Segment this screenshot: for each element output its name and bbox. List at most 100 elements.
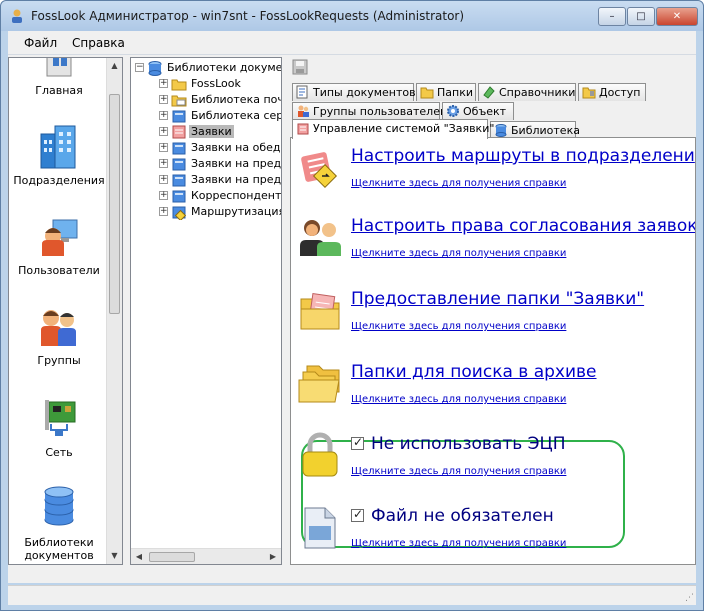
database-icon bbox=[44, 486, 74, 526]
expand-icon[interactable]: + bbox=[159, 207, 168, 216]
gear-icon bbox=[447, 105, 459, 117]
nav-item-groups[interactable]: Группы bbox=[9, 304, 109, 367]
help-link[interactable]: Щелкните здесь для получения справки bbox=[351, 394, 566, 405]
tree-label: Заявки bbox=[189, 125, 234, 138]
task-file-optional: Файл не обязателен Щелкните здесь для по… bbox=[291, 500, 695, 564]
nav-item-users[interactable]: Пользователи bbox=[9, 214, 109, 277]
task-approval-rights: Настроить права согласования заявок Щелк… bbox=[291, 210, 695, 280]
network-card-icon bbox=[45, 400, 76, 436]
app-window: FossLook Администратор - win7snt - FossL… bbox=[0, 0, 704, 611]
users-rights-icon bbox=[300, 220, 341, 256]
tab-label: Объект bbox=[463, 105, 507, 118]
tab-document-types[interactable]: Типы документов bbox=[292, 83, 416, 101]
no-signature-checkbox[interactable] bbox=[351, 435, 364, 450]
nav-label: Главная bbox=[35, 84, 83, 97]
folders-icon bbox=[298, 365, 340, 403]
expand-icon[interactable]: + bbox=[159, 79, 168, 88]
buildings-icon bbox=[40, 125, 76, 169]
tree-label: Заявки на обед bbox=[191, 141, 281, 154]
archive-folders-link[interactable]: Папки для поиска в архиве bbox=[351, 362, 597, 382]
tree-label: Библиотека серв bbox=[191, 109, 282, 122]
library-tree: − Библиотеки документов + FossLook + Библио… bbox=[130, 57, 282, 565]
resize-grip-icon[interactable]: ⋰ bbox=[685, 593, 694, 603]
share-folder-link[interactable]: Предоставление папки "Заявки" bbox=[351, 289, 644, 309]
tab-folders[interactable]: Папки bbox=[416, 83, 476, 101]
nav-label: Библиотеки документов bbox=[24, 536, 94, 562]
route-sign-icon bbox=[301, 152, 338, 189]
tree-label: Библиотека почт bbox=[191, 93, 282, 106]
scroll-right-arrow[interactable]: ▶ bbox=[265, 549, 281, 564]
scroll-thumb[interactable] bbox=[149, 552, 195, 562]
tab-access[interactable]: Доступ bbox=[578, 83, 646, 101]
help-link[interactable]: Щелкните здесь для получения справки bbox=[351, 321, 566, 332]
help-link[interactable]: Щелкните здесь для получения справки bbox=[351, 466, 566, 477]
tab-label: Справочники bbox=[499, 86, 576, 99]
expand-icon[interactable]: + bbox=[159, 95, 168, 104]
tab-label: Папки bbox=[437, 86, 473, 99]
title-bar[interactable]: FossLook Администратор - win7snt - FossL… bbox=[1, 1, 703, 31]
nav-item-departments[interactable]: Подразделения bbox=[9, 124, 109, 187]
tree-label: Библиотеки документов bbox=[167, 61, 282, 74]
window-title: FossLook Администратор - win7snt - FossL… bbox=[31, 9, 465, 23]
task-archive-folders: Папки для поиска в архиве Щелкните здесь… bbox=[291, 356, 695, 426]
collapse-icon[interactable]: − bbox=[135, 63, 144, 72]
help-link[interactable]: Щелкните здесь для получения справки bbox=[351, 248, 566, 259]
expand-icon[interactable]: + bbox=[159, 159, 168, 168]
expand-icon[interactable]: + bbox=[159, 111, 168, 120]
scroll-up-arrow[interactable]: ▲ bbox=[107, 58, 122, 74]
scroll-thumb[interactable] bbox=[109, 94, 120, 314]
tree-hscrollbar[interactable]: ◀ ▶ bbox=[131, 548, 281, 564]
status-bar: ⋰ bbox=[8, 585, 696, 605]
scroll-down-arrow[interactable]: ▼ bbox=[107, 548, 122, 564]
menu-file[interactable]: Файл bbox=[24, 36, 57, 50]
help-link[interactable]: Щелкните здесь для получения справки bbox=[351, 538, 566, 549]
expand-icon[interactable]: + bbox=[159, 191, 168, 200]
file-optional-checkbox[interactable] bbox=[351, 507, 364, 522]
configure-routes-link[interactable]: Настроить маршруты в подразделени bbox=[351, 146, 695, 166]
nav-panel: Главная Подразделения Пользователи Групп… bbox=[8, 57, 123, 565]
mail-folder-icon bbox=[171, 95, 187, 107]
minimize-button[interactable]: – bbox=[598, 7, 626, 26]
users-group-icon bbox=[41, 310, 76, 346]
tab-label: Библиотека bbox=[511, 124, 580, 137]
expand-icon[interactable]: + bbox=[159, 143, 168, 152]
folder-icon bbox=[420, 87, 434, 99]
library-icon bbox=[172, 174, 186, 187]
menu-bar: Файл Справка bbox=[8, 31, 696, 55]
nav-label: Группы bbox=[37, 354, 81, 367]
close-button[interactable]: ✕ bbox=[656, 7, 698, 26]
nav-item-libraries[interactable]: Библиотеки документов bbox=[9, 486, 109, 562]
tree-label: Маршрутизация bbox=[191, 205, 282, 218]
user-computer-icon bbox=[42, 219, 78, 256]
save-icon[interactable] bbox=[292, 59, 308, 75]
nav-item-home[interactable]: Главная bbox=[9, 58, 109, 97]
tab-requests-management[interactable]: Управление системой "Заявки" bbox=[292, 119, 494, 139]
home-icon bbox=[46, 58, 72, 77]
access-folder-icon bbox=[582, 87, 596, 99]
document-types-icon bbox=[296, 85, 308, 99]
library-icon bbox=[172, 158, 186, 171]
nav-label: Пользователи bbox=[18, 264, 100, 277]
nav-scrollbar[interactable]: ▲ ▼ bbox=[106, 58, 122, 564]
help-link[interactable]: Щелкните здесь для получения справки bbox=[351, 178, 566, 189]
tab-object[interactable]: Объект bbox=[442, 102, 514, 120]
tab-user-groups[interactable]: Группы пользователей bbox=[292, 102, 447, 120]
scroll-left-arrow[interactable]: ◀ bbox=[131, 549, 147, 564]
nav-label: Сеть bbox=[45, 446, 73, 459]
tree-label: FossLook bbox=[191, 77, 241, 90]
library-icon bbox=[172, 190, 186, 203]
expand-icon[interactable]: + bbox=[159, 127, 168, 136]
approval-rights-link[interactable]: Настроить права согласования заявок bbox=[351, 216, 695, 236]
maximize-button[interactable]: □ bbox=[627, 7, 655, 26]
database-icon bbox=[148, 61, 162, 76]
menu-help[interactable]: Справка bbox=[72, 36, 125, 50]
library-icon bbox=[172, 142, 186, 155]
users-group-icon bbox=[298, 105, 309, 117]
tab-directories[interactable]: Справочники bbox=[478, 83, 576, 101]
nav-item-network[interactable]: Сеть bbox=[9, 396, 109, 459]
no-signature-label[interactable]: Не использовать ЭЦП bbox=[371, 434, 566, 454]
file-optional-label[interactable]: Файл не обязателен bbox=[371, 506, 554, 526]
task-no-signature: Не использовать ЭЦП Щелкните здесь для п… bbox=[291, 428, 695, 498]
route-icon bbox=[172, 206, 187, 220]
expand-icon[interactable]: + bbox=[159, 175, 168, 184]
